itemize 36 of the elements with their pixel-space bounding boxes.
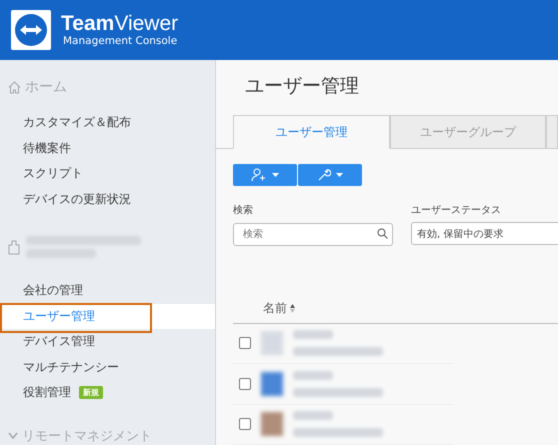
status-label: ユーザーステータス	[411, 204, 502, 217]
status-dropdown[interactable]: 有効, 保留中の要求	[411, 222, 558, 245]
sort-icon	[290, 304, 295, 314]
blurred-text	[293, 330, 333, 340]
logo-icon	[11, 10, 51, 50]
column-header[interactable]: 名前	[263, 300, 287, 318]
sidebar-item[interactable]: 会社の管理	[0, 278, 215, 304]
caret-icon	[272, 173, 279, 177]
new-badge: 新規	[79, 386, 103, 400]
row-checkbox[interactable]	[239, 418, 251, 430]
caret-icon	[336, 173, 343, 177]
tab[interactable]: ユーザー管理	[233, 115, 390, 149]
sidebar-item[interactable]: マルチテナンシー	[0, 354, 215, 380]
wrench-icon	[317, 168, 331, 182]
sidebar-item[interactable]: 役割管理 新規	[0, 380, 215, 406]
add-user-button[interactable]	[233, 164, 297, 186]
blurred-text	[293, 411, 333, 420]
brand-name: TeamViewer	[61, 13, 178, 35]
page-title: ユーザー管理	[245, 74, 360, 97]
sidebar-item[interactable]: 待機案件	[0, 136, 215, 161]
tools-button[interactable]	[298, 164, 362, 186]
building-icon	[8, 239, 20, 255]
row-checkbox[interactable]	[239, 378, 251, 390]
search-icon	[377, 228, 388, 239]
add-user-icon	[251, 168, 267, 182]
sidebar-item[interactable]: カスタマイズ＆配布	[0, 110, 215, 136]
chevron-icon	[8, 432, 18, 440]
sidebar-item[interactable]: スクリプト	[0, 161, 215, 186]
search-field[interactable]: 検索	[233, 223, 393, 246]
sidebar-item[interactable]: デバイス管理	[0, 329, 215, 354]
brand-subtitle: Management Console	[62, 35, 178, 47]
search-label: 検索	[233, 204, 254, 217]
blurred-text	[293, 370, 333, 380]
row-checkbox[interactable]	[239, 337, 251, 350]
home-icon	[8, 80, 21, 94]
sidebar-item[interactable]: デバイスの更新状況	[0, 186, 215, 212]
